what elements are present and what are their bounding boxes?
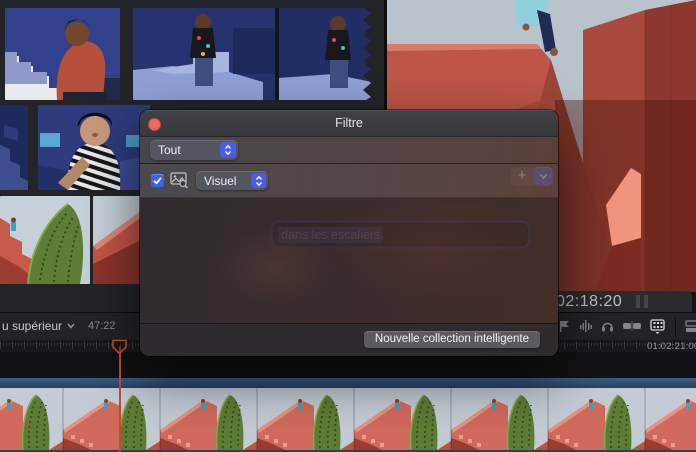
- browser-clip-red-shirt[interactable]: [5, 8, 120, 100]
- playhead-line[interactable]: [119, 346, 121, 452]
- clip-thumbnail-image: [38, 105, 150, 190]
- browser-clip-selfie[interactable]: [38, 105, 150, 190]
- ruler-timecode: 01:02:21:00: [647, 341, 696, 352]
- pause-icon: [636, 295, 648, 308]
- clip-appearance-icon[interactable]: [649, 319, 666, 334]
- scope-popup-value: Tout: [150, 143, 220, 157]
- skimming-icon[interactable]: [558, 319, 571, 333]
- timeline-toolbar: [558, 317, 696, 335]
- rule-checkbox[interactable]: [151, 174, 164, 187]
- filter-rule-row: Visuel dans les escaliers: [140, 164, 558, 197]
- timeline-project-name[interactable]: u supérieur: [2, 319, 75, 333]
- dialog-body: [140, 198, 558, 323]
- playhead-icon[interactable]: [111, 339, 128, 355]
- dialog-title: Filtre: [140, 116, 558, 130]
- browser-clip-partial[interactable]: [0, 105, 28, 190]
- scope-popup[interactable]: Tout: [150, 140, 238, 160]
- snapping-icon[interactable]: [622, 319, 642, 333]
- dialog-toolbar: Tout +: [140, 137, 558, 163]
- browser-clip-cactus[interactable]: [0, 196, 90, 284]
- clip-thumbnail-image: [5, 8, 120, 100]
- clip-thumbnail-image: [0, 196, 90, 284]
- app-window: 02:18:20 u supérieur 47:22: [0, 0, 696, 452]
- filmstrip-frames: [0, 388, 696, 450]
- stepper-icon: [220, 142, 236, 158]
- audio-skimming-icon[interactable]: [578, 319, 593, 333]
- dialog-titlebar[interactable]: Filtre: [140, 110, 558, 137]
- chevron-down-icon: [67, 323, 75, 329]
- filter-dialog: Filtre Tout +: [140, 110, 558, 356]
- clip-thumbnail-image: [0, 105, 28, 190]
- index-icon[interactable]: [685, 319, 696, 333]
- new-smart-collection-button[interactable]: Nouvelle collection intelligente: [364, 331, 540, 348]
- solo-icon[interactable]: [600, 319, 615, 333]
- photo-search-icon: [170, 172, 189, 189]
- browser-clip-floral-shirt[interactable]: [133, 8, 372, 100]
- timeline-duration: 47:22: [88, 320, 116, 332]
- viewer-timecode: 02:18:20: [556, 293, 622, 311]
- toolbar-separator: [675, 317, 676, 335]
- rule-type-popup[interactable]: Visuel: [196, 171, 268, 190]
- clip-thumbnail-image: [133, 8, 372, 100]
- timeline-clip-filmstrip[interactable]: [0, 388, 696, 450]
- timeline-clip-top-border: [0, 378, 696, 388]
- stepper-icon: [251, 173, 266, 188]
- project-label: u supérieur: [2, 319, 62, 333]
- checkbox-check-icon: [151, 174, 164, 187]
- dialog-footer: Nouvelle collection intelligente: [140, 323, 558, 356]
- rule-type-value: Visuel: [196, 174, 251, 188]
